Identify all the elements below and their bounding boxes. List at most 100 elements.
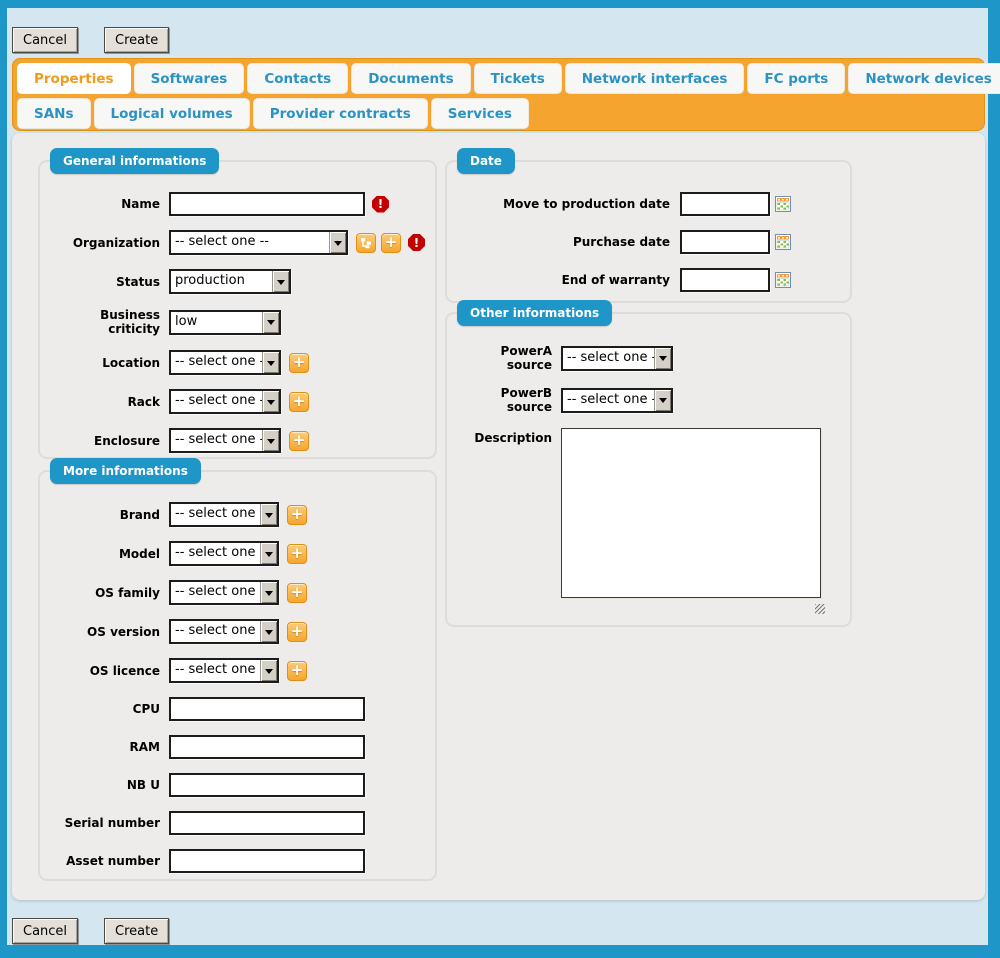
field-row-os-licence: OS licence -- select one -- + (50, 658, 425, 683)
calendar-icon[interactable] (775, 272, 791, 288)
organization-add-button[interactable]: + (381, 233, 401, 253)
asset-number-input[interactable] (169, 849, 365, 873)
dropdown-arrow-icon[interactable] (262, 391, 279, 412)
tab-properties[interactable]: Properties (17, 63, 131, 94)
os-family-add-button[interactable]: + (287, 583, 307, 603)
dropdown-arrow-icon[interactable] (260, 621, 277, 642)
purchase-date-input[interactable] (680, 230, 770, 254)
rack-add-button[interactable]: + (289, 392, 309, 412)
field-row-nb-u: NB U (50, 773, 425, 797)
tab-row-2: SANs Logical volumes Provider contracts … (17, 98, 980, 129)
toolbar-bottom: Cancel Create (12, 918, 169, 944)
purchase-date-label: Purchase date (457, 235, 670, 249)
field-row-cpu: CPU (50, 697, 425, 721)
organization-hierarchy-button[interactable] (356, 233, 376, 253)
resize-grip[interactable] (815, 604, 825, 614)
cancel-button[interactable]: Cancel (12, 918, 78, 944)
tab-provider-contracts[interactable]: Provider contracts (253, 98, 428, 129)
brand-label: Brand (50, 508, 160, 522)
end-of-warranty-input[interactable] (680, 268, 770, 292)
dropdown-arrow-icon[interactable] (262, 430, 279, 451)
dropdown-arrow-icon[interactable] (260, 504, 277, 525)
dropdown-arrow-icon[interactable] (262, 312, 279, 333)
organization-label: Organization (50, 236, 160, 250)
name-input[interactable] (169, 192, 365, 216)
enclosure-select[interactable]: -- select one -- (169, 428, 281, 453)
plus-icon: + (291, 663, 304, 678)
model-select[interactable]: -- select one -- (169, 541, 279, 566)
tab-softwares[interactable]: Softwares (134, 63, 245, 94)
mandatory-icon: ! (408, 234, 425, 251)
dropdown-arrow-icon[interactable] (260, 660, 277, 681)
fieldset-more-informations: More informations Brand -- select one --… (38, 470, 437, 881)
tab-documents[interactable]: Documents (351, 63, 470, 94)
dropdown-arrow-icon[interactable] (260, 582, 277, 603)
tab-tickets[interactable]: Tickets (474, 63, 562, 94)
fieldset-legend: More informations (50, 458, 201, 484)
fieldset-other-informations: Other informations PowerA source -- sele… (445, 312, 852, 627)
rack-label: Rack (50, 395, 160, 409)
create-button[interactable]: Create (104, 918, 169, 944)
move-to-production-date-input[interactable] (680, 192, 770, 216)
brand-select[interactable]: -- select one -- (169, 502, 279, 527)
calendar-icon[interactable] (775, 234, 791, 250)
powerb-source-select-value: -- select one -- (563, 390, 654, 411)
cancel-button[interactable]: Cancel (12, 27, 78, 53)
os-version-select-value: -- select one -- (171, 621, 260, 642)
tab-row-1: Properties Softwares Contacts Documents … (17, 63, 980, 94)
serial-number-input[interactable] (169, 811, 365, 835)
tab-network-devices[interactable]: Network devices (848, 63, 1000, 94)
os-licence-select[interactable]: -- select one -- (169, 658, 279, 683)
enclosure-add-button[interactable]: + (289, 431, 309, 451)
description-textarea[interactable] (561, 428, 821, 598)
tab-contacts[interactable]: Contacts (247, 63, 348, 94)
nb-u-input[interactable] (169, 773, 365, 797)
brand-select-value: -- select one -- (171, 504, 260, 525)
dropdown-arrow-icon[interactable] (260, 543, 277, 564)
os-licence-select-value: -- select one -- (171, 660, 260, 681)
description-label: Description (457, 428, 552, 445)
status-select[interactable]: production (169, 269, 291, 294)
tab-network-interfaces[interactable]: Network interfaces (565, 63, 745, 94)
location-add-button[interactable]: + (289, 353, 309, 373)
dropdown-arrow-icon[interactable] (329, 232, 346, 253)
mandatory-icon: ! (372, 196, 389, 213)
rack-select[interactable]: -- select one -- (169, 389, 281, 414)
field-row-business-criticity: Business criticity low (50, 308, 425, 336)
field-row-purchase-date: Purchase date (457, 230, 840, 254)
dropdown-arrow-icon[interactable] (262, 352, 279, 373)
os-version-add-button[interactable]: + (287, 622, 307, 642)
create-button[interactable]: Create (104, 27, 169, 53)
dropdown-arrow-icon[interactable] (654, 390, 671, 411)
ram-input[interactable] (169, 735, 365, 759)
model-label: Model (50, 547, 160, 561)
business-criticity-select[interactable]: low (169, 310, 281, 335)
field-row-description: Description (457, 428, 840, 602)
model-add-button[interactable]: + (287, 544, 307, 564)
field-row-end-of-warranty: End of warranty (457, 268, 840, 292)
plus-icon: + (293, 355, 306, 370)
tab-fc-ports[interactable]: FC ports (747, 63, 845, 94)
tab-services[interactable]: Services (431, 98, 529, 129)
os-licence-label: OS licence (50, 664, 160, 678)
cpu-input[interactable] (169, 697, 365, 721)
serial-number-label: Serial number (50, 816, 160, 830)
os-licence-add-button[interactable]: + (287, 661, 307, 681)
location-select[interactable]: -- select one -- (169, 350, 281, 375)
powerb-source-select[interactable]: -- select one -- (561, 388, 673, 413)
name-label: Name (50, 197, 160, 211)
brand-add-button[interactable]: + (287, 505, 307, 525)
os-family-select[interactable]: -- select one -- (169, 580, 279, 605)
tab-logical-volumes[interactable]: Logical volumes (94, 98, 250, 129)
dropdown-arrow-icon[interactable] (272, 271, 289, 292)
tab-sans[interactable]: SANs (17, 98, 91, 129)
plus-icon: + (291, 585, 304, 600)
powera-source-select[interactable]: -- select one -- (561, 346, 673, 371)
os-version-select[interactable]: -- select one -- (169, 619, 279, 644)
calendar-icon[interactable] (775, 196, 791, 212)
field-row-serial-number: Serial number (50, 811, 425, 835)
field-row-asset-number: Asset number (50, 849, 425, 873)
field-row-os-family: OS family -- select one -- + (50, 580, 425, 605)
dropdown-arrow-icon[interactable] (654, 348, 671, 369)
organization-select[interactable]: -- select one -- (169, 230, 348, 255)
